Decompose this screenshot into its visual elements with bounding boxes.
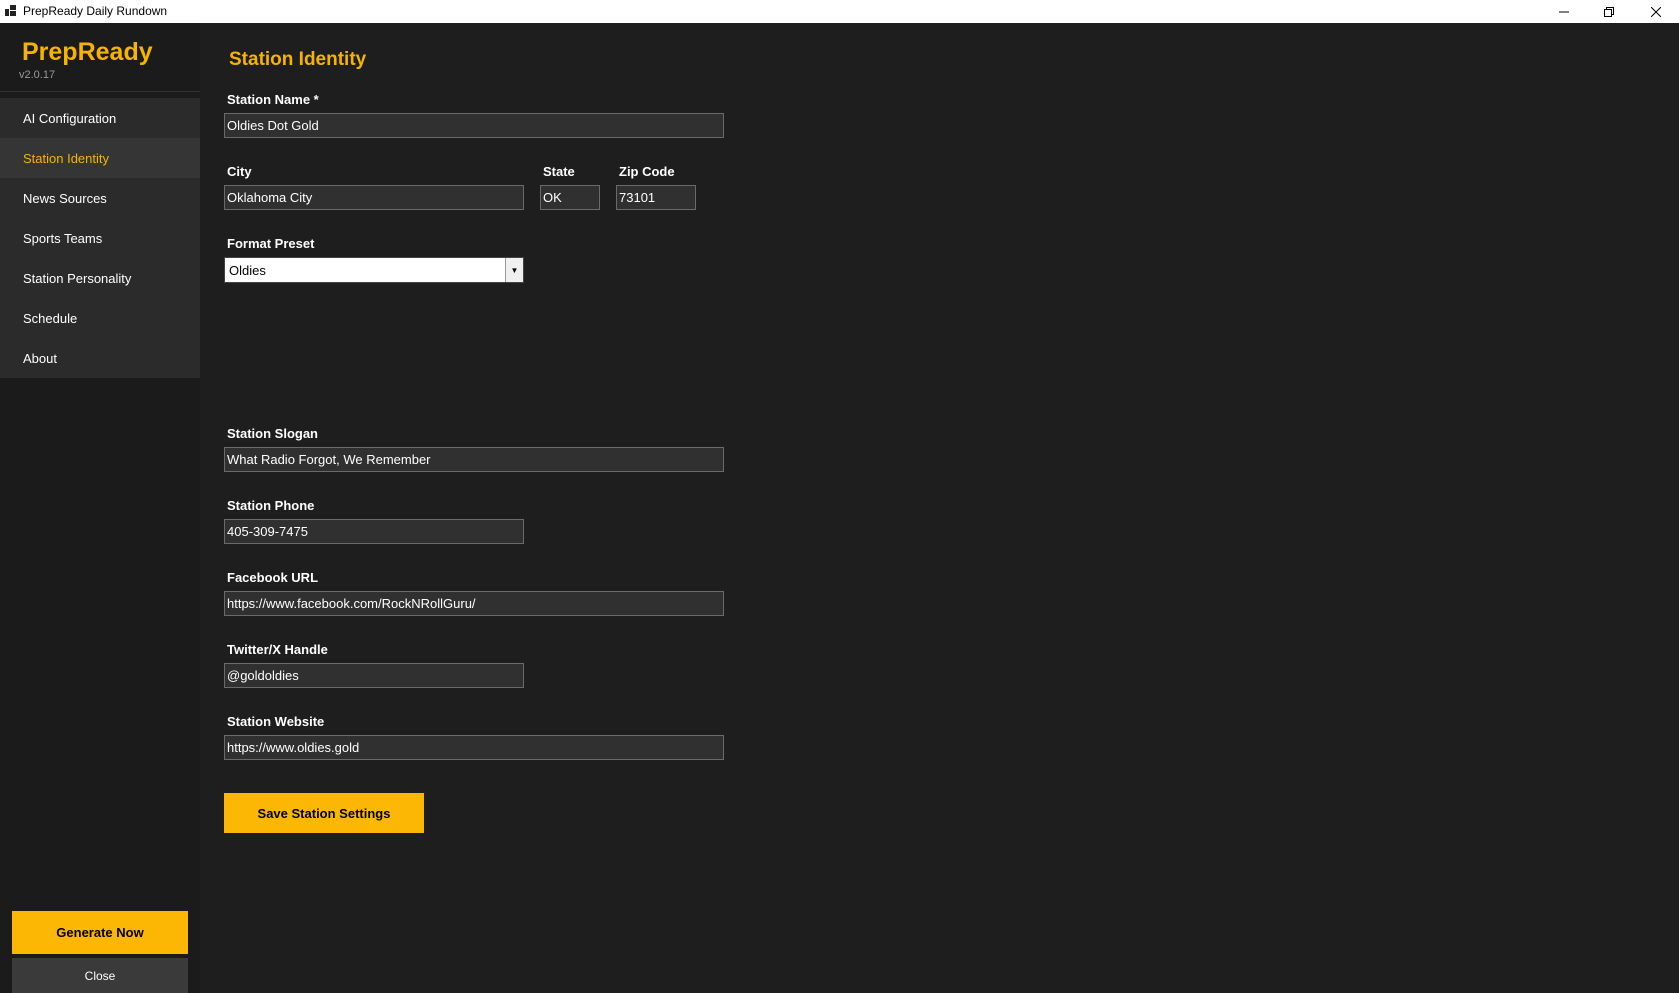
sidebar-item-station-identity[interactable]: Station Identity xyxy=(0,138,200,178)
sidebar-item-about[interactable]: About xyxy=(0,338,200,378)
sidebar: PrepReady v2.0.17 AI Configuration Stati… xyxy=(0,23,200,993)
app-brand: PrepReady xyxy=(22,38,153,66)
city-input[interactable]: Oklahoma City xyxy=(224,185,524,210)
close-button[interactable]: Close xyxy=(12,958,188,993)
format-preset-select[interactable]: Oldies ▼ xyxy=(224,257,524,283)
zip-code-input[interactable]: 73101 xyxy=(616,185,696,210)
chevron-down-icon[interactable]: ▼ xyxy=(505,258,523,282)
facebook-url-input[interactable]: https://www.facebook.com/RockNRollGuru/ xyxy=(224,591,724,616)
minimize-button[interactable] xyxy=(1541,0,1587,23)
facebook-url-label: Facebook URL xyxy=(227,570,319,585)
app-version: v2.0.17 xyxy=(19,69,56,81)
station-website-label: Station Website xyxy=(227,714,325,729)
page-title: Station Identity xyxy=(229,49,367,70)
twitter-handle-input[interactable]: @goldoldies xyxy=(224,663,524,688)
window-title: PrepReady Daily Rundown xyxy=(23,4,168,18)
maximize-icon xyxy=(1604,6,1614,17)
maximize-button[interactable] xyxy=(1586,0,1632,23)
state-input[interactable]: OK xyxy=(540,185,600,210)
app-icon xyxy=(5,5,16,16)
save-station-settings-button[interactable]: Save Station Settings xyxy=(224,793,424,833)
sidebar-item-news-sources[interactable]: News Sources xyxy=(0,178,200,218)
close-icon xyxy=(1651,6,1661,17)
divider xyxy=(0,91,200,92)
station-phone-input[interactable]: 405-309-7475 xyxy=(224,519,524,544)
state-label: State xyxy=(543,164,575,179)
station-website-input[interactable]: https://www.oldies.gold xyxy=(224,735,724,760)
sidebar-item-schedule[interactable]: Schedule xyxy=(0,298,200,338)
sidebar-item-station-personality[interactable]: Station Personality xyxy=(0,258,200,298)
minimize-icon xyxy=(1559,11,1569,12)
station-name-input[interactable]: Oldies Dot Gold xyxy=(224,113,724,138)
main-panel: Station Identity Station Name * Oldies D… xyxy=(200,23,1679,993)
station-slogan-input[interactable]: What Radio Forgot, We Remember xyxy=(224,447,724,472)
city-label: City xyxy=(227,164,252,179)
station-name-label: Station Name * xyxy=(227,92,319,107)
zip-code-label: Zip Code xyxy=(619,164,675,179)
generate-now-button[interactable]: Generate Now xyxy=(12,911,188,954)
window-title-bar: PrepReady Daily Rundown xyxy=(0,0,1679,23)
format-preset-label: Format Preset xyxy=(227,236,315,251)
sidebar-item-ai-configuration[interactable]: AI Configuration xyxy=(0,98,200,138)
close-window-button[interactable] xyxy=(1633,0,1679,23)
twitter-handle-label: Twitter/X Handle xyxy=(227,642,328,657)
station-slogan-label: Station Slogan xyxy=(227,426,318,441)
sidebar-nav: AI Configuration Station Identity News S… xyxy=(0,98,200,378)
station-phone-label: Station Phone xyxy=(227,498,315,513)
format-preset-value: Oldies xyxy=(229,262,266,278)
sidebar-item-sports-teams[interactable]: Sports Teams xyxy=(0,218,200,258)
